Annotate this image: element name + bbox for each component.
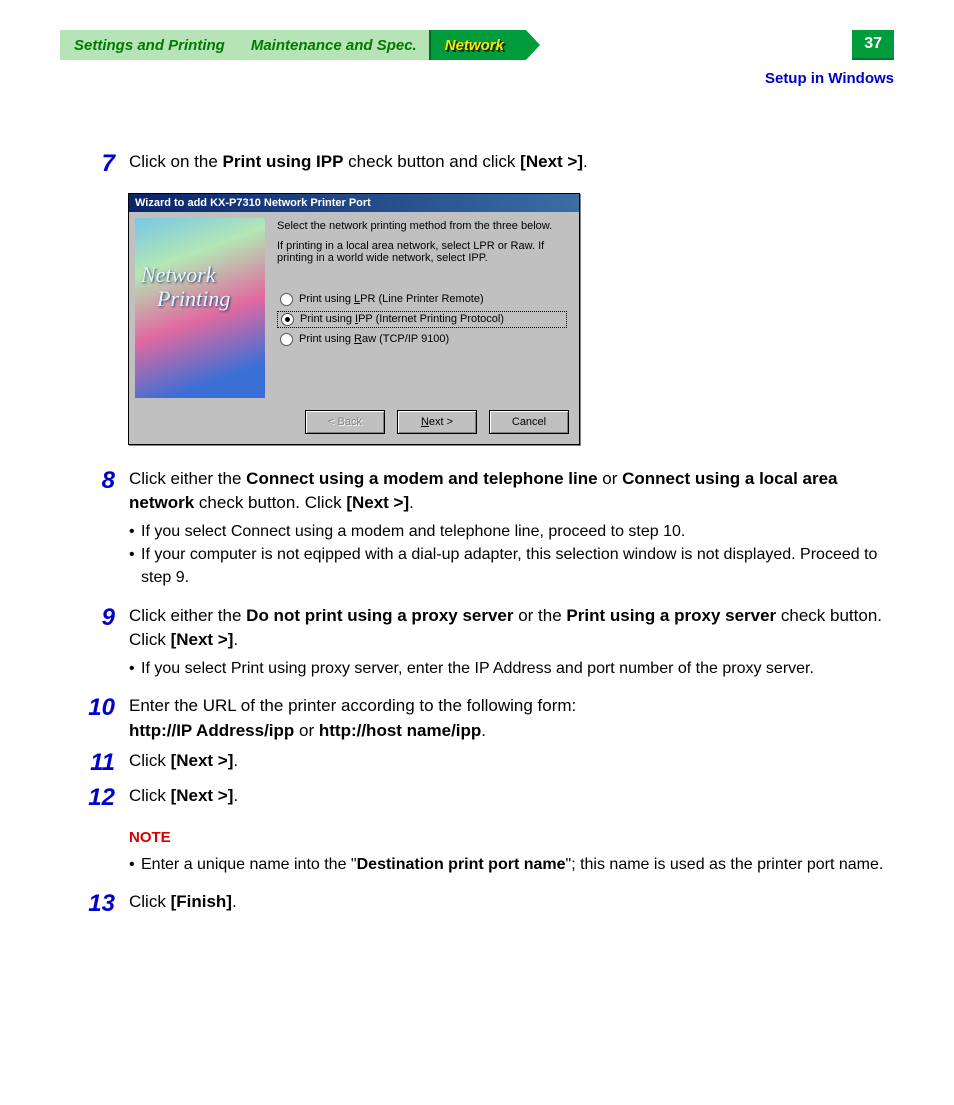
image-text: Network	[141, 262, 216, 288]
back-button: < Back	[305, 410, 385, 434]
step-11: 11 Click [Next >].	[60, 749, 894, 778]
tab-label: Maintenance and Spec.	[251, 37, 417, 54]
radio-print-ipp[interactable]: Print using IPP (Internet Printing Proto…	[277, 311, 567, 328]
page: Settings and Printing Maintenance and Sp…	[0, 0, 954, 965]
step-number: 12	[60, 784, 129, 884]
step-text: Click [Finish].	[129, 890, 894, 919]
step-text: Click [Next >].	[129, 749, 894, 778]
bullet-item: •If your computer is not eqipped with a …	[129, 543, 894, 589]
step-text: Click [Next >]. NOTE •Enter a unique nam…	[129, 784, 894, 884]
radio-print-lpr[interactable]: Print using LPR (Line Printer Remote)	[277, 292, 567, 307]
step-number: 7	[60, 150, 129, 179]
step-number: 10	[60, 694, 129, 743]
step-10: 10 Enter the URL of the printer accordin…	[60, 694, 894, 743]
step-number: 8	[60, 467, 129, 598]
bullet-list: •If you select Connect using a modem and…	[129, 520, 894, 590]
bullet-item: •If you select Print using proxy server,…	[129, 657, 894, 680]
dialog-content: Select the network printing method from …	[265, 218, 573, 398]
step-13: 13 Click [Finish].	[60, 890, 894, 919]
step-7: 7 Click on the Print using IPP check but…	[60, 150, 894, 179]
header: Settings and Printing Maintenance and Sp…	[60, 30, 894, 80]
step-9: 9 Click either the Do not print using a …	[60, 604, 894, 688]
radio-label: Print using IPP (Internet Printing Proto…	[300, 313, 504, 325]
image-text: Printing	[157, 286, 230, 312]
tab-label: Network	[445, 37, 504, 54]
dialog-instruction: If printing in a local area network, sel…	[277, 240, 567, 264]
step-text: Click on the Print using IPP check butto…	[129, 150, 894, 179]
note-label: NOTE	[129, 827, 894, 849]
tab-settings-printing[interactable]: Settings and Printing	[60, 30, 247, 60]
radio-icon	[280, 293, 293, 306]
dialog-title-bar: Wizard to add KX-P7310 Network Printer P…	[129, 194, 579, 212]
page-number: 37	[852, 30, 894, 60]
cancel-button[interactable]: Cancel	[489, 410, 569, 434]
step-number: 13	[60, 890, 129, 919]
tab-label: Settings and Printing	[74, 37, 225, 54]
text: Click on the	[129, 152, 223, 171]
bullet-item: •If you select Connect using a modem and…	[129, 520, 894, 543]
content: 7 Click on the Print using IPP check but…	[60, 150, 894, 919]
radio-label: Print using LPR (Line Printer Remote)	[299, 293, 484, 305]
radio-label: Print using Raw (TCP/IP 9100)	[299, 333, 449, 345]
dialog-instruction: Select the network printing method from …	[277, 220, 567, 232]
dialog-sidebar-image: Network Printing	[135, 218, 265, 398]
text: .	[583, 152, 588, 171]
radio-icon	[280, 333, 293, 346]
text: check button and click	[343, 152, 520, 171]
step-text: Click either the Do not print using a pr…	[129, 604, 894, 688]
bullet-item: •Enter a unique name into the "Destinati…	[129, 853, 894, 876]
bullet-list: •If you select Print using proxy server,…	[129, 657, 894, 680]
step-text: Click either the Connect using a modem a…	[129, 467, 894, 598]
step-8: 8 Click either the Connect using a modem…	[60, 467, 894, 598]
section-link[interactable]: Setup in Windows	[765, 70, 894, 87]
step-number: 11	[60, 749, 129, 778]
tab-maintenance-spec[interactable]: Maintenance and Spec.	[237, 30, 439, 60]
tab-bar: Settings and Printing Maintenance and Sp…	[60, 30, 894, 60]
dialog-screenshot: Wizard to add KX-P7310 Network Printer P…	[128, 193, 894, 445]
step-text: Enter the URL of the printer according t…	[129, 694, 894, 743]
radio-print-raw[interactable]: Print using Raw (TCP/IP 9100)	[277, 332, 567, 347]
dialog-body: Network Printing Select the network prin…	[129, 212, 579, 404]
note-bullets: •Enter a unique name into the "Destinati…	[129, 853, 894, 876]
wizard-dialog: Wizard to add KX-P7310 Network Printer P…	[128, 193, 580, 445]
next-button[interactable]: Next >	[397, 410, 477, 434]
dialog-button-row: < Back Next > Cancel	[129, 404, 579, 444]
step-number: 9	[60, 604, 129, 688]
radio-icon	[281, 313, 294, 326]
tab-network[interactable]: Network	[429, 30, 526, 60]
text-bold: Print using IPP	[223, 152, 344, 171]
step-12: 12 Click [Next >]. NOTE •Enter a unique …	[60, 784, 894, 884]
text-bold: [Next >]	[520, 152, 583, 171]
